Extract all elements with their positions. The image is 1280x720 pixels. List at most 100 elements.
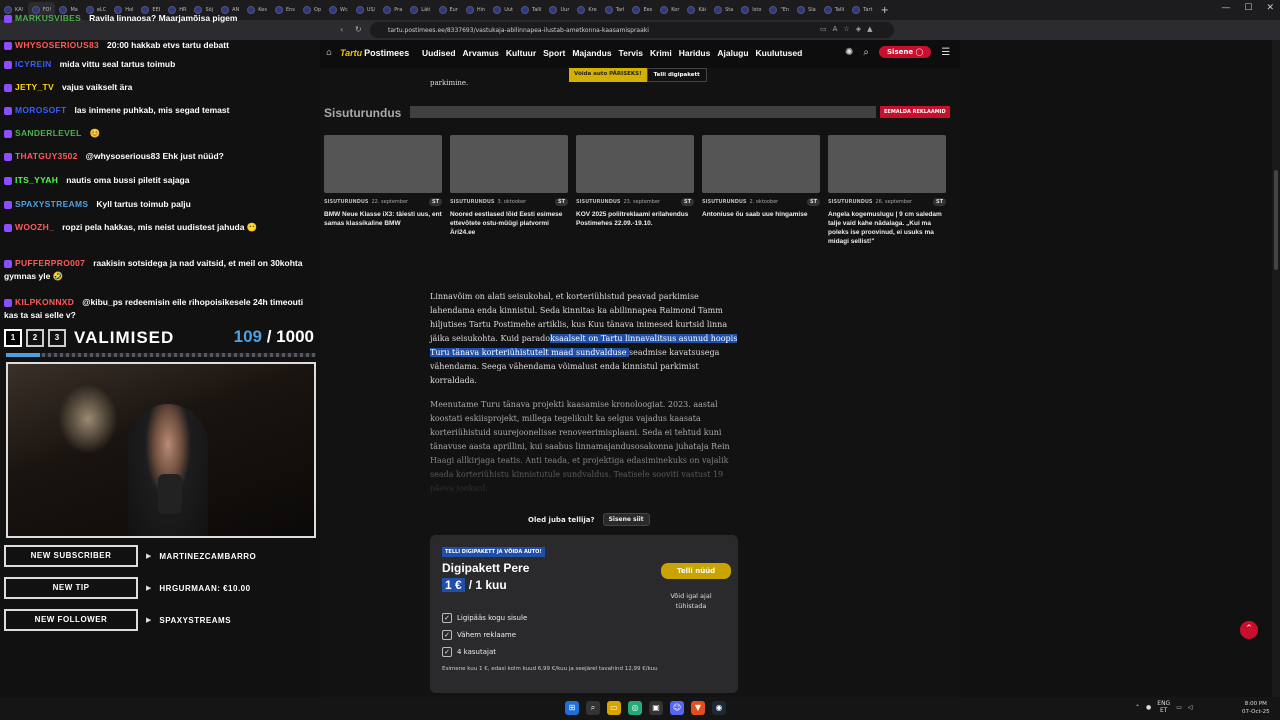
nav-item[interactable]: Majandus	[572, 48, 611, 58]
app-icon[interactable]: ◎	[628, 701, 642, 715]
mic-icon[interactable]: ●	[1146, 704, 1151, 711]
browser-tab[interactable]: Tart	[848, 2, 876, 18]
page-scrollbar[interactable]	[1272, 40, 1280, 697]
bookmark-icon[interactable]: ☆	[843, 25, 849, 33]
promo-win-car[interactable]: Võida auto PÄRISEKS!	[569, 68, 647, 82]
browser-tab[interactable]: Ees	[628, 2, 656, 18]
nav-item[interactable]: Tervis	[619, 48, 643, 58]
card-tag: SISUTURUNDUS	[828, 199, 873, 205]
nav-item[interactable]: Kuulutused	[756, 48, 803, 58]
cancel-note: Võid igal ajal tühistada	[670, 592, 712, 610]
volume-icon[interactable]: ◁	[1188, 704, 1193, 711]
language-indicator[interactable]: ENG ET	[1157, 700, 1170, 714]
nav-item[interactable]: Uudised	[422, 48, 456, 58]
windows-start-icon[interactable]: ⊞	[565, 701, 579, 715]
card-date: 22. september	[371, 199, 409, 205]
feature-item: ✓ Ligipääs kogu sisule	[442, 613, 527, 623]
promo-banner: Võida auto PÄRISEKS! Telli digipakett	[569, 68, 707, 82]
badge-icon	[4, 152, 12, 161]
sponsored-card[interactable]: SISUTURUNDUS 22. september ST BMW Neue Klas…	[324, 135, 442, 246]
nav-item[interactable]: Haridus	[679, 48, 711, 58]
feature-item: ✓ 4 kasutajat	[442, 647, 527, 657]
home-icon[interactable]: ⌂	[326, 48, 332, 58]
sponsored-card[interactable]: SISUTURUNDUS 23. september ST KOV 2025 poli…	[576, 135, 694, 246]
check-icon: ✓	[442, 630, 452, 640]
browser-tab[interactable]: Talli	[517, 2, 545, 18]
brave-icon[interactable]: ▼	[691, 701, 705, 715]
file-explorer-icon[interactable]: ▭	[607, 701, 621, 715]
chat-message: ITS_YYAH nautis oma bussi piletit sajaga	[4, 174, 316, 187]
browser-tab[interactable]: Uur	[545, 2, 573, 18]
back-icon[interactable]: ‹	[340, 25, 343, 34]
browser-tab[interactable]: Läti	[406, 2, 434, 18]
close-window-icon[interactable]: ✕	[1266, 3, 1274, 13]
browser-tab[interactable]: Kre	[573, 2, 600, 18]
network-icon[interactable]: ▭	[1176, 704, 1182, 711]
nav-item[interactable]: Kultuur	[506, 48, 536, 58]
sponsored-card[interactable]: SISUTURUNDUS 3. oktoober ST Noored eestlase…	[450, 135, 568, 246]
browser-tab[interactable]: Kor	[656, 2, 683, 18]
tab-label: Tarl	[615, 7, 625, 13]
sponsored-card[interactable]: SISUTURUNDUS 2. oktoober ST Antoniuse õu sa…	[702, 135, 820, 246]
discord-icon[interactable]: ☺	[670, 701, 684, 715]
favicon-icon	[797, 6, 806, 14]
browser-tab[interactable]: Eur	[435, 2, 462, 18]
chat-message: SPAXYSTREAMS Kyll tartus toimub palju	[4, 198, 316, 211]
badge-icon	[4, 41, 12, 50]
scroll-to-top-button[interactable]: ⌃	[1240, 621, 1258, 639]
order-button[interactable]: Telli nüüd	[661, 563, 732, 579]
browser-tab[interactable]: Hin	[462, 2, 489, 18]
paywall-login-button[interactable]: Sisene siit	[602, 513, 650, 526]
browser-tab[interactable]: Tarl	[601, 2, 629, 18]
minimize-icon[interactable]: —	[1221, 3, 1230, 13]
steam-icon[interactable]: ◉	[712, 701, 726, 715]
shield-icon[interactable]: ◈	[856, 25, 861, 33]
nav-item[interactable]: Sport	[543, 48, 565, 58]
browser-tab[interactable]: Pra	[379, 2, 406, 18]
clock[interactable]: 8:00 PM 07-Oct-25	[1242, 700, 1270, 716]
search-icon[interactable]: ⌕	[863, 47, 869, 58]
chat-message: THATGUY3502 @whysoserious83 Ehk just nüüd…	[4, 150, 316, 163]
chat-message: WHYSOSERIOUS83 20:00 hakkab etvs tartu de…	[4, 39, 316, 52]
site-logo[interactable]: Tartu Postimees	[340, 48, 409, 58]
new-tab-button[interactable]: +	[880, 5, 888, 16]
theme-toggle-icon[interactable]: ✺	[845, 47, 853, 58]
check-icon: ✓	[442, 647, 452, 657]
nav-item[interactable]: Arvamus	[463, 48, 499, 58]
chevron-up-icon[interactable]: ⌃	[1135, 704, 1140, 711]
browser-tab[interactable]: Isto	[737, 2, 765, 18]
counter-tab[interactable]: 1	[4, 329, 22, 347]
browser-tab[interactable]: "En	[765, 2, 793, 18]
translate-icon[interactable]: A	[833, 25, 838, 33]
counter-value: 109 / 1000	[234, 327, 314, 347]
address-bar[interactable]: tartu.postimees.ee/8337693/vastukaja-abi…	[370, 22, 894, 38]
favicon-icon	[493, 6, 502, 14]
browser-tab[interactable]: US/	[352, 2, 380, 18]
browser-tab[interactable]: Talli	[820, 2, 848, 18]
maximize-icon[interactable]: ☐	[1244, 3, 1252, 13]
search-icon[interactable]: ⌕	[586, 701, 600, 715]
remove-ads-button[interactable]: EEMALDA REKLAAMID	[880, 106, 950, 118]
nav-item[interactable]: Krimi	[650, 48, 672, 58]
counter-tab[interactable]: 2	[26, 329, 44, 347]
alert-icon[interactable]: ▲	[867, 25, 872, 33]
promo-subscribe[interactable]: Telli digipakett	[646, 68, 707, 82]
browser-tab[interactable]: Käi	[683, 2, 710, 18]
favicon-icon	[383, 6, 392, 14]
reload-icon[interactable]: ↻	[355, 25, 362, 34]
scrollbar-thumb[interactable]	[1274, 170, 1278, 270]
sponsored-card[interactable]: SISUTURUNDUS 26. september ST Angela kogemu…	[828, 135, 946, 246]
browser-tab[interactable]: Wc	[325, 2, 352, 18]
browser-tab[interactable]: Sla	[793, 2, 820, 18]
favicon-icon	[741, 6, 750, 14]
nav-item[interactable]: Ajalugu	[717, 48, 748, 58]
install-icon[interactable]: ▭	[820, 25, 827, 33]
app-icon[interactable]: ▣	[649, 701, 663, 715]
menu-icon[interactable]: ☰	[941, 47, 950, 58]
browser-tab[interactable]: Uut	[489, 2, 517, 18]
browser-tab[interactable]: Sta	[710, 2, 737, 18]
url-text: tartu.postimees.ee/8337693/vastukaja-abi…	[388, 26, 649, 34]
login-button[interactable]: Sisene ◯	[879, 46, 932, 58]
counter-tab[interactable]: 3	[48, 329, 66, 347]
card-title: Antoniuse õu saab uue hingamise	[702, 211, 808, 218]
